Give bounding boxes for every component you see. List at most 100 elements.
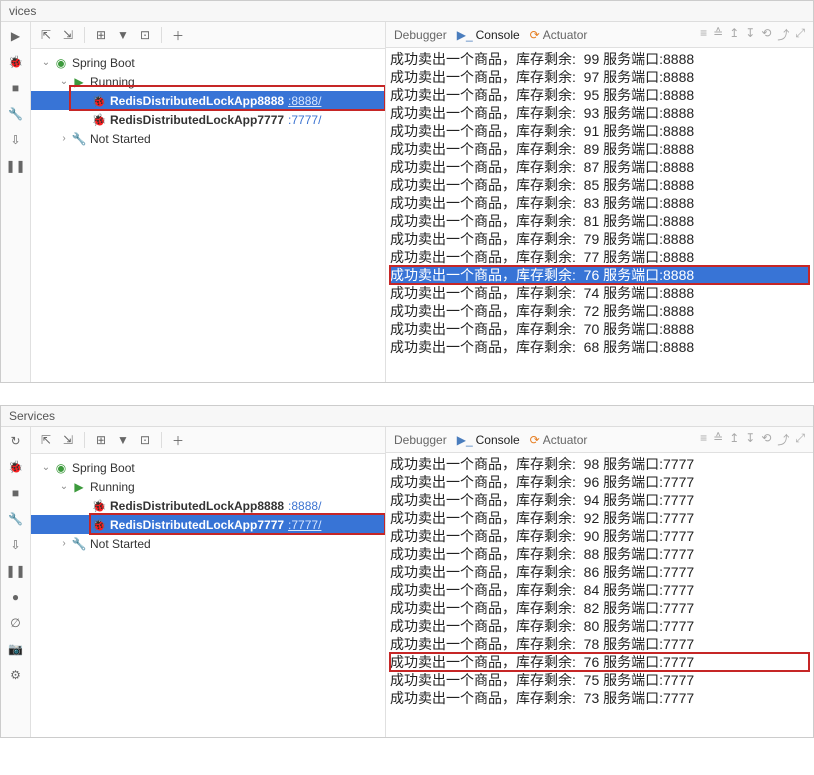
- pause-icon[interactable]: ❚❚: [8, 158, 24, 174]
- app-name: RedisDistributedLockApp8888: [110, 499, 284, 513]
- console-line-highlighted: 成功卖出一个商品，库存剩余: 76 服务端口:7777: [390, 653, 809, 671]
- console-line: 成功卖出一个商品，库存剩余: 79 服务端口:8888: [390, 230, 809, 248]
- tab-console[interactable]: ▶_Console: [457, 433, 520, 447]
- tab-actuator[interactable]: ⟳Actuator: [530, 433, 588, 447]
- tab-debugger[interactable]: Debugger: [394, 28, 447, 42]
- grid-icon[interactable]: ⊞: [92, 431, 110, 449]
- tree-app-7777[interactable]: 🐞 RedisDistributedLockApp7777 :7777/: [31, 515, 385, 534]
- console-line: 成功卖出一个商品，库存剩余: 92 服务端口:7777: [390, 509, 809, 527]
- action-icon[interactable]: ⤢: [795, 431, 805, 448]
- action-icon[interactable]: ↥: [729, 431, 739, 448]
- console-line: 成功卖出一个商品，库存剩余: 78 服务端口:7777: [390, 635, 809, 653]
- tree-label: Not Started: [90, 537, 151, 551]
- wrench-icon[interactable]: 🔧: [8, 511, 24, 527]
- console-panel: Debugger ▶_Console ⟳Actuator ≡ ≙ ↥ ↧ ⟲ ⤴…: [386, 427, 813, 737]
- step-down-icon[interactable]: ⇩: [8, 537, 24, 553]
- add-icon[interactable]: ＋: [169, 26, 187, 44]
- tree-app-8888[interactable]: 🐞 RedisDistributedLockApp8888 :8888/: [31, 496, 385, 515]
- app-port-link[interactable]: :7777/: [288, 113, 321, 127]
- console-line-highlighted: 成功卖出一个商品，库存剩余: 76 服务端口:8888: [390, 266, 809, 284]
- app-port-link[interactable]: :7777/: [288, 518, 321, 532]
- console-icon: ▶_: [457, 28, 473, 42]
- tree-running[interactable]: ⌄ ▶ Running: [31, 477, 385, 496]
- tree-root[interactable]: ⌄ ◉ Spring Boot: [31, 53, 385, 72]
- action-icon[interactable]: ≙: [713, 26, 723, 43]
- layout-icon[interactable]: ⊡: [136, 26, 154, 44]
- filter-icon[interactable]: ▼: [114, 431, 132, 449]
- tab-actions: ≡ ≙ ↥ ↧ ⟲ ⤴ ⤢: [700, 431, 805, 448]
- action-icon[interactable]: ≡: [700, 431, 707, 448]
- tree-not-started[interactable]: › 🔧 Not Started: [31, 534, 385, 553]
- action-icon[interactable]: ⤴: [777, 431, 789, 448]
- console-tabs: Debugger ▶_Console ⟳Actuator ≡ ≙ ↥ ↧ ⟲ ⤴…: [386, 22, 813, 48]
- action-icon[interactable]: ⟲: [761, 431, 771, 448]
- action-icon[interactable]: ⤢: [795, 26, 805, 43]
- bug-icon: 🐞: [91, 518, 107, 532]
- bug-icon: 🐞: [91, 94, 107, 108]
- action-icon[interactable]: ≙: [713, 431, 723, 448]
- services-panel-2: Services ↻ 🐞 ■ 🔧 ⇩ ❚❚ ● ∅ 📷 ⚙ ⇱ ⇲ ⊞ ▼ ⊡ …: [0, 405, 814, 738]
- console-line: 成功卖出一个商品，库存剩余: 77 服务端口:8888: [390, 248, 809, 266]
- console-icon: ▶_: [457, 433, 473, 447]
- tree-label: Running: [90, 480, 135, 494]
- action-icon[interactable]: ↧: [745, 431, 755, 448]
- service-tree: ⌄ ◉ Spring Boot ⌄ ▶ Running 🐞 RedisDistr…: [31, 454, 385, 557]
- collapse-all-icon[interactable]: ⇲: [59, 26, 77, 44]
- expand-all-icon[interactable]: ⇱: [37, 26, 55, 44]
- tab-actions: ≡ ≙ ↥ ↧ ⟲ ⤴ ⤢: [700, 26, 805, 43]
- grid-icon[interactable]: ⊞: [92, 26, 110, 44]
- layout-icon[interactable]: ⊡: [136, 431, 154, 449]
- camera-icon[interactable]: 📷: [8, 641, 24, 657]
- app-port-link[interactable]: :8888/: [288, 499, 321, 513]
- chevron-down-icon: ⌄: [39, 462, 53, 473]
- wrench-icon[interactable]: 🔧: [8, 106, 24, 122]
- debug-icon[interactable]: 🐞: [8, 54, 24, 70]
- console-line: 成功卖出一个商品，库存剩余: 70 服务端口:8888: [390, 320, 809, 338]
- action-icon[interactable]: ↥: [729, 26, 739, 43]
- console-line: 成功卖出一个商品，库存剩余: 80 服务端口:7777: [390, 617, 809, 635]
- tab-console[interactable]: ▶_Console: [457, 28, 520, 42]
- tree-toolbar: ⇱ ⇲ ⊞ ▼ ⊡ ＋: [31, 22, 385, 49]
- add-icon[interactable]: ＋: [169, 431, 187, 449]
- tree-panel: ⇱ ⇲ ⊞ ▼ ⊡ ＋ ⌄ ◉ Spring Boot ⌄ ▶ Running: [31, 22, 386, 382]
- action-icon[interactable]: ⤴: [777, 26, 789, 43]
- app-port-link[interactable]: :8888/: [288, 94, 321, 108]
- tree-label: Not Started: [90, 132, 151, 146]
- tab-actuator[interactable]: ⟳Actuator: [530, 28, 588, 42]
- tree-app-8888[interactable]: 🐞 RedisDistributedLockApp8888 :8888/: [31, 91, 385, 110]
- chevron-right-icon: ›: [57, 133, 71, 144]
- collapse-all-icon[interactable]: ⇲: [59, 431, 77, 449]
- tree-label: Spring Boot: [72, 56, 135, 70]
- tree-app-7777[interactable]: 🐞 RedisDistributedLockApp7777 :7777/: [31, 110, 385, 129]
- tree-toolbar: ⇱ ⇲ ⊞ ▼ ⊡ ＋: [31, 427, 385, 454]
- console-output[interactable]: 成功卖出一个商品，库存剩余: 98 服务端口:7777 成功卖出一个商品，库存剩…: [386, 453, 813, 709]
- mute-icon[interactable]: ∅: [8, 615, 24, 631]
- wrench-icon: 🔧: [71, 132, 87, 146]
- expand-all-icon[interactable]: ⇱: [37, 431, 55, 449]
- step-down-icon[interactable]: ⇩: [8, 132, 24, 148]
- console-line: 成功卖出一个商品，库存剩余: 89 服务端口:8888: [390, 140, 809, 158]
- console-line: 成功卖出一个商品，库存剩余: 68 服务端口:8888: [390, 338, 809, 356]
- tree-running[interactable]: ⌄ ▶ Running: [31, 72, 385, 91]
- settings-icon[interactable]: ⚙: [8, 667, 24, 683]
- tab-debugger[interactable]: Debugger: [394, 433, 447, 447]
- console-line: 成功卖出一个商品，库存剩余: 86 服务端口:7777: [390, 563, 809, 581]
- tree-not-started[interactable]: › 🔧 Not Started: [31, 129, 385, 148]
- record-icon[interactable]: ●: [8, 589, 24, 605]
- pause-icon[interactable]: ❚❚: [8, 563, 24, 579]
- action-icon[interactable]: ↧: [745, 26, 755, 43]
- console-line: 成功卖出一个商品，库存剩余: 74 服务端口:8888: [390, 284, 809, 302]
- tree-root[interactable]: ⌄ ◉ Spring Boot: [31, 458, 385, 477]
- action-icon[interactable]: ≡: [700, 26, 707, 43]
- action-icon[interactable]: ⟲: [761, 26, 771, 43]
- stop-icon[interactable]: ■: [8, 485, 24, 501]
- stop-icon[interactable]: ■: [8, 80, 24, 96]
- console-output[interactable]: 成功卖出一个商品，库存剩余: 99 服务端口:8888 成功卖出一个商品，库存剩…: [386, 48, 813, 358]
- bug-icon: 🐞: [91, 113, 107, 127]
- filter-icon[interactable]: ▼: [114, 26, 132, 44]
- console-line: 成功卖出一个商品，库存剩余: 90 服务端口:7777: [390, 527, 809, 545]
- rerun-icon[interactable]: ↻: [8, 433, 24, 449]
- run-icon[interactable]: ▶: [8, 28, 24, 44]
- debug-icon[interactable]: 🐞: [8, 459, 24, 475]
- spring-icon: ◉: [53, 56, 69, 70]
